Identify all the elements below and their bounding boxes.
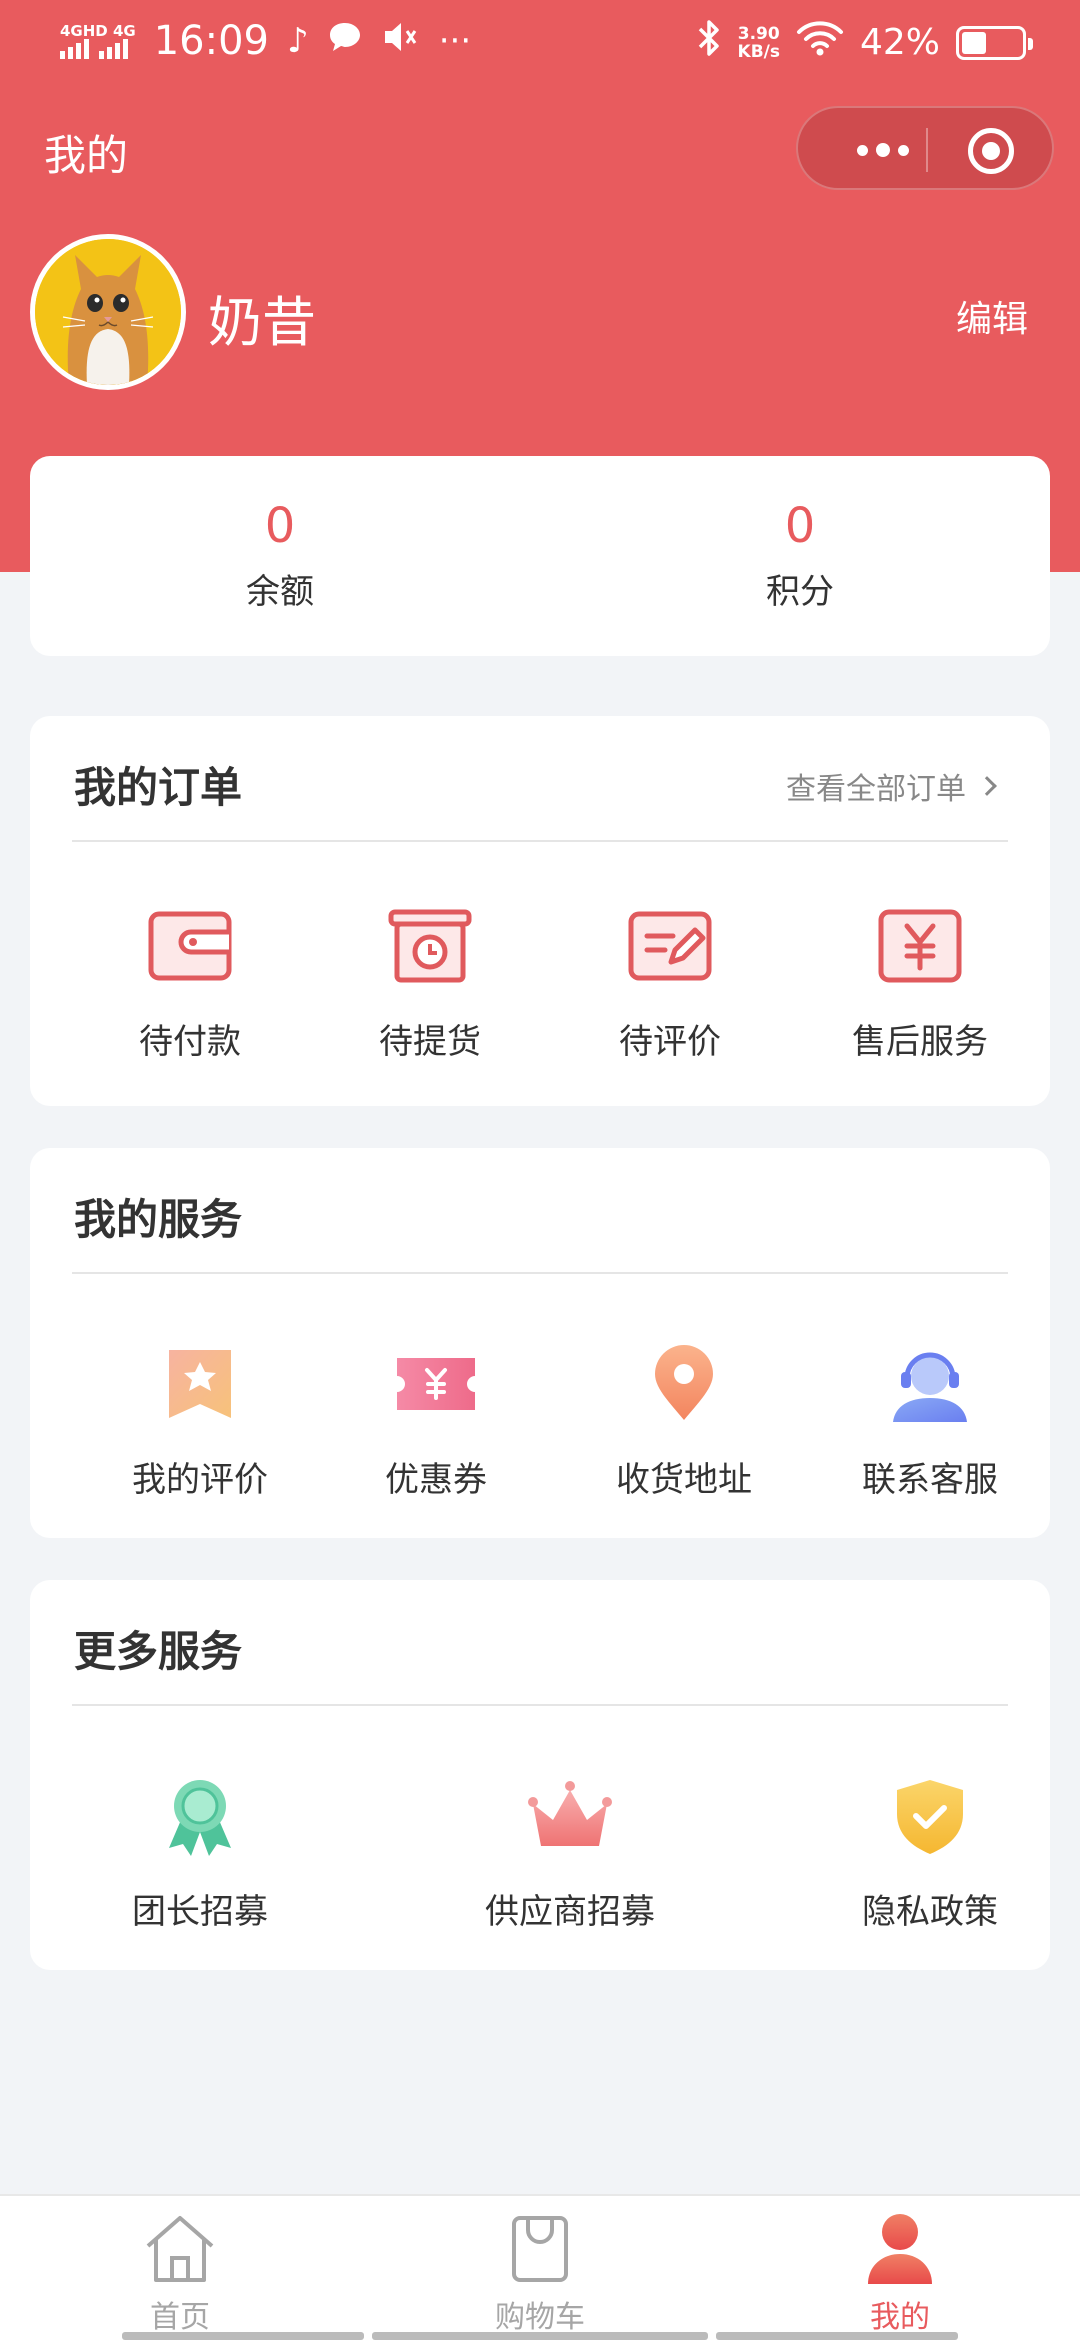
order-after-sales-label: 售后服务	[852, 1022, 988, 1062]
yen-service-icon	[875, 906, 965, 996]
order-after-sales[interactable]: 售后服务	[810, 906, 1030, 1063]
more-supplier-recruit[interactable]: 供应商招募	[460, 1776, 680, 1933]
more-services-card: 更多服务 团长招募 供应商招募 隐私政策	[30, 1580, 1050, 1970]
miniprogram-capsule	[796, 106, 1054, 190]
view-all-orders-label: 查看全部订单	[786, 772, 966, 807]
bottom-tab-bar: 首页 购物车 我的	[0, 2194, 1080, 2340]
battery-percent: 42%	[859, 22, 940, 63]
edit-profile-link[interactable]: 编辑	[956, 290, 1028, 342]
more-supplier-recruit-label: 供应商招募	[485, 1892, 655, 1932]
service-shipping-address-label: 收货地址	[616, 1460, 752, 1500]
more-team-leader-recruit[interactable]: 团长招募	[90, 1776, 310, 1933]
signal-icon: 4GHD 4G	[60, 23, 136, 59]
points-label: 积分	[766, 572, 834, 612]
service-contact-support-label: 联系客服	[862, 1460, 998, 1500]
service-shipping-address[interactable]: 收货地址	[574, 1344, 794, 1501]
more-privacy-policy[interactable]: 隐私政策	[820, 1776, 1040, 1933]
more-team-leader-recruit-label: 团长招募	[132, 1892, 268, 1932]
my-services-card: 我的服务 我的评价 优惠券 收货地址 联系客服	[30, 1148, 1050, 1538]
divider	[72, 840, 1008, 842]
crown-icon	[525, 1776, 615, 1866]
tab-home[interactable]: 首页	[80, 2210, 280, 2336]
close-target-icon[interactable]	[968, 128, 1014, 174]
nav-indicator	[716, 2332, 958, 2340]
customer-service-icon	[885, 1344, 975, 1434]
balance-label: 余额	[246, 572, 314, 612]
tab-mine-label: 我的	[870, 2300, 930, 2335]
chat-bubble-icon	[327, 19, 363, 63]
my-orders-card: 我的订单 查看全部订单 待付款 待提货 待评价 售后服务	[30, 716, 1050, 1106]
more-title: 更多服务	[74, 1627, 243, 1676]
more-notifications-icon: ···	[438, 21, 472, 61]
coupon-icon	[391, 1344, 481, 1434]
services-title: 我的服务	[74, 1195, 243, 1244]
pickup-clock-icon	[385, 906, 475, 996]
medal-icon	[155, 1776, 245, 1866]
tab-cart-label: 购物车	[495, 2300, 585, 2335]
service-my-reviews-label: 我的评价	[132, 1460, 268, 1500]
shopping-bag-icon	[500, 2210, 580, 2286]
tab-home-label: 首页	[150, 2300, 210, 2335]
service-contact-support[interactable]: 联系客服	[820, 1344, 1040, 1501]
shield-check-icon	[885, 1776, 975, 1866]
battery-icon	[956, 25, 1033, 60]
more-privacy-policy-label: 隐私政策	[862, 1892, 998, 1932]
chevron-right-icon	[977, 776, 997, 796]
divider	[72, 1704, 1008, 1706]
orders-title: 我的订单	[74, 763, 243, 812]
clock: 16:09	[153, 18, 270, 64]
star-bookmark-icon	[155, 1344, 245, 1434]
wallet-icon	[145, 906, 235, 996]
order-pending-review[interactable]: 待评价	[560, 906, 780, 1063]
order-pending-pickup-label: 待提货	[379, 1022, 481, 1062]
avatar[interactable]	[30, 234, 186, 390]
user-icon	[860, 2210, 940, 2286]
view-all-orders-link[interactable]: 查看全部订单	[786, 764, 997, 808]
balance-stat[interactable]: 0 余额	[130, 496, 430, 613]
order-pending-pickup[interactable]: 待提货	[320, 906, 540, 1063]
network-speed: 3.90 KB/s	[737, 23, 780, 62]
more-options-icon[interactable]	[838, 136, 928, 164]
balance-value: 0	[264, 498, 296, 554]
service-coupons[interactable]: 优惠券	[326, 1344, 546, 1501]
capsule-divider	[926, 128, 928, 172]
points-value: 0	[784, 498, 816, 554]
service-coupons-label: 优惠券	[385, 1460, 487, 1500]
tab-cart[interactable]: 购物车	[440, 2210, 640, 2336]
account-stats-card: 0 余额 0 积分	[30, 456, 1050, 656]
mute-icon	[381, 19, 421, 64]
order-pending-payment-label: 待付款	[139, 1022, 241, 1062]
service-my-reviews[interactable]: 我的评价	[90, 1344, 310, 1501]
page-title: 我的	[44, 131, 129, 180]
nav-indicator	[372, 2332, 708, 2340]
divider	[72, 1272, 1008, 1274]
order-pending-payment[interactable]: 待付款	[80, 906, 300, 1063]
order-pending-review-label: 待评价	[619, 1022, 721, 1062]
bluetooth-icon	[696, 18, 722, 67]
location-pin-icon	[639, 1344, 729, 1434]
wifi-icon	[796, 20, 844, 65]
status-bar: 4GHD 4G 16:09 ♪ ··· 3.90 KB/s 42%	[0, 0, 1080, 84]
tab-mine[interactable]: 我的	[800, 2210, 1000, 2336]
points-stat[interactable]: 0 积分	[650, 496, 950, 613]
tiktok-icon: ♪	[287, 21, 309, 61]
network-label: 4GHD 4G	[60, 22, 136, 40]
home-icon	[140, 2210, 220, 2286]
edit-review-icon	[625, 906, 715, 996]
username: 奶昔	[208, 291, 316, 354]
nav-indicator	[122, 2332, 364, 2340]
